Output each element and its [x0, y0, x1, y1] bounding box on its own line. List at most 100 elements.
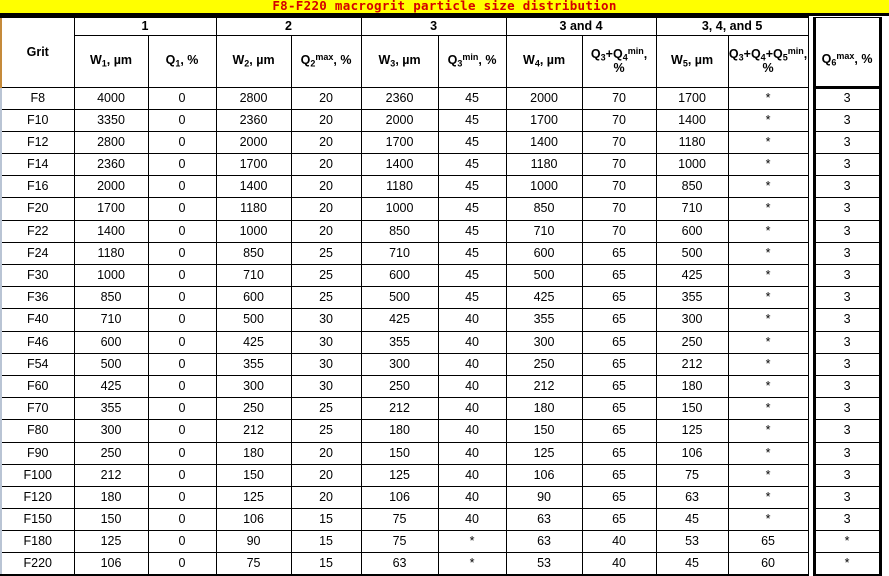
- cell-w5-m: 106: [655, 441, 729, 465]
- table-row: F22 1400 0 1000 20 850 45 710 70 600 * 3: [0, 219, 882, 243]
- header-w3: W3, µm: [360, 34, 439, 88]
- cell-q6max: 3: [812, 374, 882, 399]
- table-container: Grit 1 2 3 3 and 4 3, 4, and 5 W1, µm Q1…: [0, 16, 889, 576]
- cell-w4-m: 425: [505, 286, 583, 310]
- cell-q3min: 45: [437, 241, 507, 266]
- cell-q6max: 3: [812, 308, 882, 332]
- cell-q6max: 3: [812, 286, 882, 310]
- cell-q3-q4min: 70: [581, 108, 657, 132]
- cell-q3min: *: [437, 530, 507, 554]
- cell-grit: F180: [0, 530, 75, 554]
- cell-grit: F36: [0, 286, 75, 310]
- cell-q3-q4min: 65: [581, 485, 657, 510]
- cell-w5-m: 300: [655, 308, 729, 332]
- cell-w5-m: 180: [655, 374, 729, 399]
- cell-w3-m: 1000: [360, 197, 439, 221]
- cell-grit: F14: [0, 153, 75, 177]
- cell-q2max: 30: [290, 374, 362, 399]
- cell-q6max: 3: [812, 219, 882, 243]
- cell-w5-m: 710: [655, 197, 729, 221]
- cell-q2max: 20: [290, 130, 362, 155]
- cell-q2max: 25: [290, 286, 362, 310]
- cell-w2-m: 500: [215, 308, 292, 332]
- cell-w1-m: 710: [73, 308, 149, 332]
- cell-w2-m: 850: [215, 241, 292, 266]
- cell-q2max: 30: [290, 330, 362, 354]
- cell-q2max: 15: [290, 508, 362, 532]
- cell-w3-m: 500: [360, 286, 439, 310]
- cell-w4-m: 600: [505, 241, 583, 266]
- cell-q3-q4-q5min: *: [727, 153, 809, 177]
- cell-w3-m: 2360: [360, 86, 439, 110]
- table-row: F10 3350 0 2360 20 2000 45 1700 70 1400 * 3: [0, 108, 882, 132]
- cell-w4-m: 63: [505, 508, 583, 532]
- cell-q2max: 20: [290, 441, 362, 465]
- cell-w5-m: 1400: [655, 108, 729, 132]
- cell-q6max: *: [812, 530, 882, 554]
- cell-q3-q4min: 65: [581, 419, 657, 443]
- cell-q6max: 3: [812, 153, 882, 177]
- cell-w4-m: 2000: [505, 86, 583, 110]
- cell-w4-m: 63: [505, 530, 583, 554]
- cell-q2max: 15: [290, 552, 362, 576]
- cell-q2max: 20: [290, 197, 362, 221]
- cell-w2-m: 180: [215, 441, 292, 465]
- table-row: F46 600 0 425 30 355 40 300 65 250 * 3: [0, 330, 882, 354]
- table-head: Grit 1 2 3 3 and 4 3, 4, and 5 W1, µm Q1…: [0, 16, 882, 89]
- cell-q3-q4-q5min: *: [727, 374, 809, 399]
- cell-grit: F16: [0, 175, 75, 199]
- cell-w1-m: 106: [73, 552, 149, 576]
- cell-w2-m: 1000: [215, 219, 292, 243]
- cell-q3min: 45: [437, 130, 507, 155]
- cell-grit: F120: [0, 485, 75, 510]
- table-row: F70 355 0 250 25 212 40 180 65 150 * 3: [0, 397, 882, 421]
- cell-w4-m: 300: [505, 330, 583, 354]
- cell-q1: 0: [147, 441, 217, 465]
- cell-w1-m: 2800: [73, 130, 149, 155]
- cell-q3-q4min: 65: [581, 463, 657, 487]
- cell-grit: F100: [0, 463, 75, 487]
- cell-q6max: 3: [812, 197, 882, 221]
- cell-grit: F60: [0, 374, 75, 399]
- header-w4: W4, µm: [505, 34, 583, 88]
- cell-w2-m: 710: [215, 263, 292, 288]
- header-q3-min: Q3min, %: [437, 34, 507, 88]
- cell-q2max: 20: [290, 219, 362, 243]
- cell-w1-m: 180: [73, 485, 149, 510]
- cell-q2max: 20: [290, 463, 362, 487]
- cell-w2-m: 300: [215, 374, 292, 399]
- cell-w4-m: 710: [505, 219, 583, 243]
- cell-q3min: 45: [437, 197, 507, 221]
- cell-w5-m: 850: [655, 175, 729, 199]
- cell-q3-q4-q5min: *: [727, 219, 809, 243]
- cell-grit: F20: [0, 197, 75, 221]
- cell-w5-m: 1180: [655, 130, 729, 155]
- table-row: F60 425 0 300 30 250 40 212 65 180 * 3: [0, 374, 882, 399]
- cell-q3-q4min: 65: [581, 374, 657, 399]
- cell-w2-m: 1400: [215, 175, 292, 199]
- cell-q3-q4-q5min: *: [727, 108, 809, 132]
- cell-grit: F8: [0, 86, 75, 110]
- cell-q1: 0: [147, 463, 217, 487]
- cell-q3-q4min: 70: [581, 197, 657, 221]
- cell-w5-m: 425: [655, 263, 729, 288]
- cell-grit: F150: [0, 508, 75, 532]
- cell-q6max: 3: [812, 130, 882, 155]
- cell-q1: 0: [147, 86, 217, 110]
- cell-w4-m: 1180: [505, 153, 583, 177]
- cell-w4-m: 1400: [505, 130, 583, 155]
- cell-q3-q4-q5min: *: [727, 86, 809, 110]
- cell-q6max: 3: [812, 441, 882, 465]
- cell-q3min: 45: [437, 219, 507, 243]
- cell-w4-m: 850: [505, 197, 583, 221]
- cell-q6max: 3: [812, 463, 882, 487]
- cell-w3-m: 125: [360, 463, 439, 487]
- cell-w4-m: 150: [505, 419, 583, 443]
- cell-q3min: 40: [437, 330, 507, 354]
- cell-q3-q4-q5min: *: [727, 175, 809, 199]
- header-q1: Q1, %: [147, 34, 217, 88]
- cell-q3-q4min: 70: [581, 153, 657, 177]
- group-header-3-4-and-5: 3, 4, and 5: [655, 16, 809, 36]
- cell-q3-q4min: 65: [581, 441, 657, 465]
- cell-q6max: 3: [812, 397, 882, 421]
